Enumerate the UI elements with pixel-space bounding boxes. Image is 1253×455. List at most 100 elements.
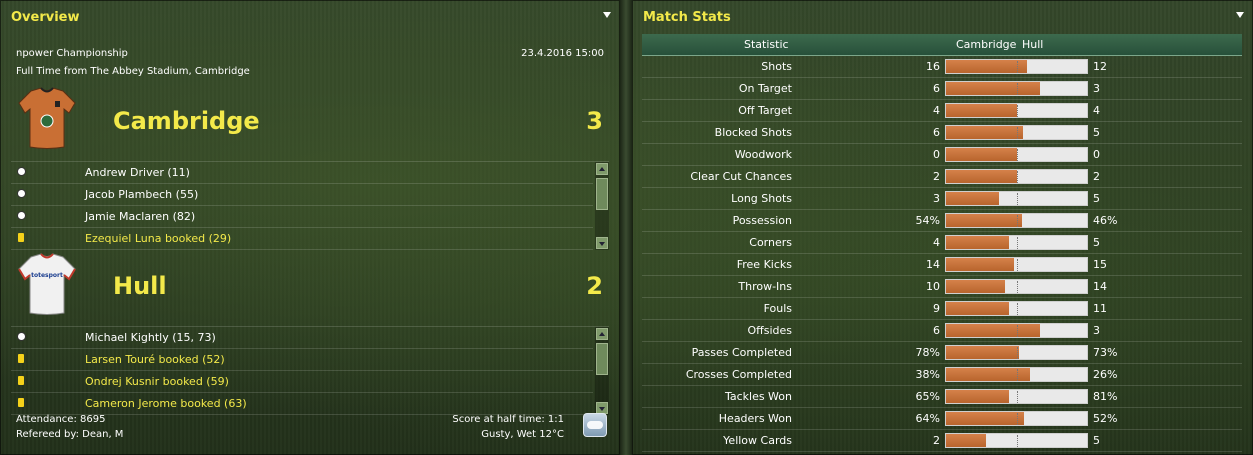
away-team-name[interactable]: Hull [113,272,167,300]
stat-away-value: 5 [1093,434,1100,447]
yellow-card-icon [18,398,24,407]
stat-home-bar-fill [946,126,1023,139]
stat-home-bar-fill [946,324,1041,337]
yellow-card-icon [18,233,24,242]
stat-label: Free Kicks [736,258,792,271]
stat-away-value: 26% [1093,368,1118,381]
panel-divider[interactable] [620,0,632,455]
competition-name: npower Championship [16,48,128,59]
stat-bar-midline [1017,83,1018,95]
stat-comparison-bar [945,411,1088,426]
scroll-thumb[interactable] [596,178,608,210]
overview-title: Overview [11,10,80,25]
stat-bar-midline [1017,149,1018,161]
stat-row: On Target 6 3 [642,78,1242,100]
stat-row: Shots 16 12 [642,56,1242,78]
goal-ball-icon [17,167,26,176]
stat-bar-midline [1017,193,1018,205]
referee: Refereed by: Dean, M [16,429,124,440]
stat-bar-midline [1017,347,1018,359]
stat-home-bar-fill [946,258,1015,271]
column-header-home[interactable]: Cambridge [956,38,1016,51]
scroll-thumb[interactable] [596,343,608,375]
stat-away-value: 4 [1093,104,1100,117]
stat-home-value: 4 [933,236,940,249]
stat-away-value: 11 [1093,302,1107,315]
away-events-scrollbar[interactable] [595,327,609,415]
stat-home-bar-fill [946,104,1017,117]
scroll-down-button[interactable] [596,237,608,249]
stat-bar-midline [1017,105,1018,117]
stat-away-value: 3 [1093,82,1100,95]
stat-comparison-bar [945,389,1088,404]
home-event-row[interactable]: Ezequiel Luna booked (29) [11,228,593,250]
stats-table: Statistic Cambridge Hull Shots 16 12 On Tar… [642,34,1242,452]
home-events-scrollbar[interactable] [595,162,609,250]
stat-home-value: 54% [915,214,940,227]
stat-home-value: 3 [933,192,940,205]
stat-comparison-bar [945,433,1088,448]
stat-bar-midline [1017,127,1018,139]
away-event-row[interactable]: Ondrej Kusnir booked (59) [11,371,593,393]
stat-label: Long Shots [731,192,792,205]
away-events-list: Michael Kightly (15, 73) Larsen Touré boo… [11,326,609,415]
result-line: Full Time from The Abbey Stadium, Cambri… [16,66,250,77]
scroll-up-button[interactable] [596,328,608,340]
away-event-text: Ondrej Kusnir booked (59) [85,375,229,388]
match-stats-title: Match Stats [643,10,731,25]
home-kit-icon [18,87,76,149]
stat-bar-midline [1017,435,1018,447]
away-event-text: Michael Kightly (15, 73) [85,331,216,344]
away-event-row[interactable]: Michael Kightly (15, 73) [11,327,593,349]
stat-row: Passes Completed 78% 73% [642,342,1242,364]
stat-home-bar-fill [946,302,1010,315]
home-event-row[interactable]: Jamie Maclaren (82) [11,206,593,228]
stat-row: Yellow Cards 2 5 [642,430,1242,452]
stat-comparison-bar [945,323,1088,338]
stat-away-value: 52% [1093,412,1118,425]
match-stats-collapse-icon[interactable] [1236,12,1244,18]
scroll-up-button[interactable] [596,163,608,175]
stat-row: Fouls 9 11 [642,298,1242,320]
stat-away-value: 46% [1093,214,1118,227]
home-event-row[interactable]: Jacob Plambech (55) [11,184,593,206]
stat-comparison-bar [945,257,1088,272]
stat-away-value: 73% [1093,346,1118,359]
stat-home-bar-fill [946,434,987,447]
stat-home-bar-fill [946,148,1017,161]
stat-away-value: 5 [1093,126,1100,139]
stat-home-bar-fill [946,170,1017,183]
stats-table-header: Statistic Cambridge Hull [642,34,1242,56]
match-stats-header: Match Stats [633,1,1252,33]
match-stats-panel: Match Stats Statistic Cambridge Hull Sho… [632,0,1253,455]
overview-panel: Overview npower Championship 23.4.2016 1… [0,0,620,455]
stat-home-bar-fill [946,60,1027,73]
stat-bar-midline [1017,303,1018,315]
home-team-name[interactable]: Cambridge [113,107,260,135]
home-event-row[interactable]: Andrew Driver (11) [11,162,593,184]
stat-label: Off Target [738,104,792,117]
stat-away-value: 2 [1093,170,1100,183]
stat-label: Corners [749,236,792,249]
home-team-score: 3 [586,107,603,135]
stat-row: Free Kicks 14 15 [642,254,1242,276]
goal-ball-icon [17,332,26,341]
stat-bar-midline [1017,325,1018,337]
away-event-row[interactable]: Larsen Touré booked (52) [11,349,593,371]
stat-comparison-bar [945,81,1088,96]
stat-comparison-bar [945,235,1088,250]
goal-ball-icon [17,189,26,198]
column-header-statistic[interactable]: Statistic [744,38,789,51]
stat-away-value: 14 [1093,280,1107,293]
stat-comparison-bar [945,367,1088,382]
stat-comparison-bar [945,301,1088,316]
overview-collapse-icon[interactable] [603,12,611,18]
away-event-text: Larsen Touré booked (52) [85,353,225,366]
stat-label: On Target [738,82,792,95]
weather-text: Gusty, Wet 12°C [481,429,564,440]
column-header-away[interactable]: Hull [1022,38,1043,51]
away-event-row[interactable]: Cameron Jerome booked (63) [11,393,593,415]
stat-row: Clear Cut Chances 2 2 [642,166,1242,188]
stat-comparison-bar [945,169,1088,184]
stat-home-value: 4 [933,104,940,117]
